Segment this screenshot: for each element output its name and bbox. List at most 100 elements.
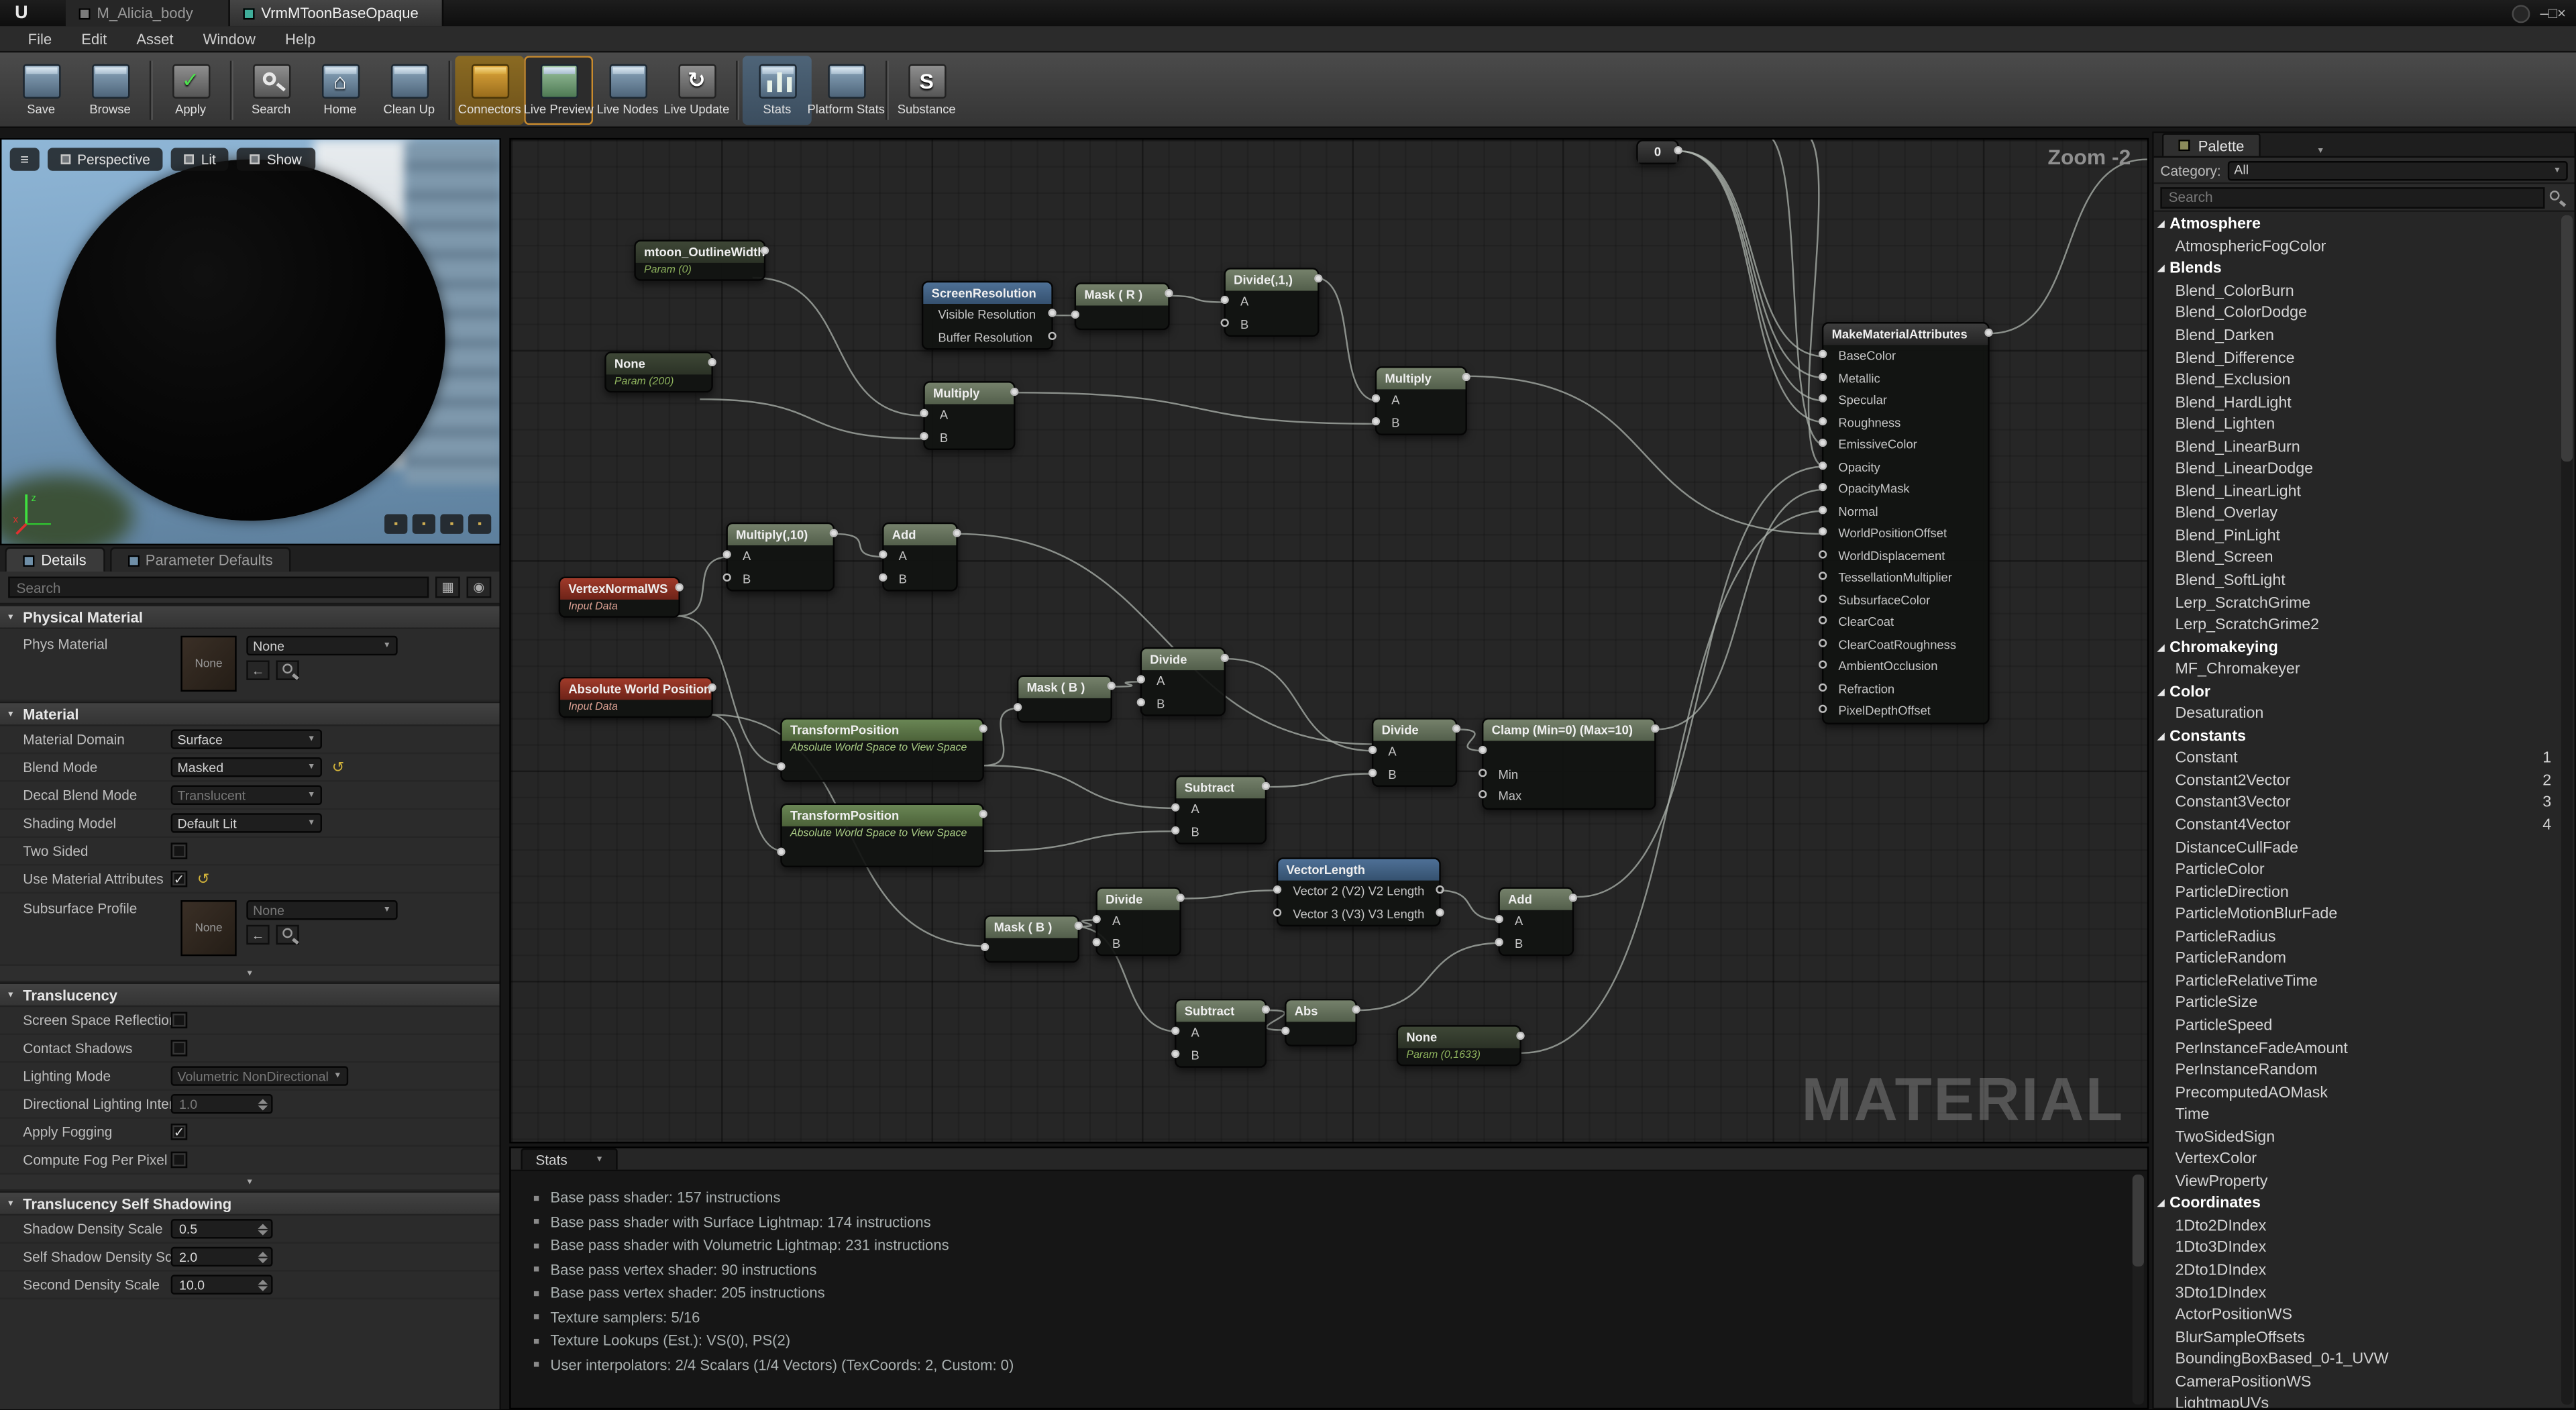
spinner-directional-lighting-inten[interactable]: 1.0: [171, 1094, 273, 1114]
minimize-button[interactable]: –: [2540, 5, 2548, 21]
toolbar-connectors[interactable]: Connectors: [455, 55, 524, 124]
input-pin[interactable]: [1819, 528, 1827, 536]
palette-category-color[interactable]: ◢Color: [2154, 681, 2561, 703]
palette-item-blend-colorburn[interactable]: Blend_ColorBurn: [2154, 280, 2561, 303]
tab-palette[interactable]: Palette: [2162, 133, 2261, 156]
palette-item-particleradius[interactable]: ParticleRadius: [2154, 926, 2561, 948]
output-pin[interactable]: [979, 724, 987, 733]
output-pin[interactable]: [1048, 331, 1056, 339]
palette-item-particledirection[interactable]: ParticleDirection: [2154, 881, 2561, 904]
input-pin[interactable]: [1819, 661, 1827, 669]
palette-item-perinstancefadeamount[interactable]: PerInstanceFadeAmount: [2154, 1037, 2561, 1059]
viewport-tool-button-1[interactable]: ▪: [384, 514, 407, 534]
checkbox-contact-shadows[interactable]: [171, 1040, 187, 1056]
graph-node-transformposition[interactable]: TransformPositionAbsolute World Space to…: [780, 718, 984, 781]
dropdown-phys-material[interactable]: None▼: [246, 636, 397, 655]
graph-node-makematerialattributes[interactable]: MakeMaterialAttributesBaseColorMetallicS…: [1822, 322, 1990, 724]
tab-options-chevron-icon[interactable]: ▼: [2316, 146, 2324, 156]
tab-parameter-defaults[interactable]: Parameter Defaults: [109, 547, 291, 572]
viewport-tool-button-3[interactable]: ▪: [440, 514, 463, 534]
viewport-tool-button-2[interactable]: ▪: [413, 514, 435, 534]
palette-item-constant4vector[interactable]: Constant4Vector4: [2154, 814, 2561, 836]
graph-node-subtract[interactable]: SubtractAB: [1175, 999, 1267, 1068]
output-pin[interactable]: [1314, 274, 1322, 282]
details-filter-grid-icon[interactable]: ▦: [435, 577, 460, 598]
graph-node-multiply[interactable]: MultiplyAB: [923, 381, 1015, 450]
toolbar-live-preview[interactable]: Live Preview: [524, 55, 593, 124]
toolbar-apply[interactable]: ✓Apply: [156, 55, 225, 124]
output-pin[interactable]: [708, 358, 716, 366]
palette-item-blend-overlay[interactable]: Blend_Overlay: [2154, 503, 2561, 525]
graph-node-absolute-world-position[interactable]: Absolute World PositionInput Data: [559, 677, 713, 718]
input-pin[interactable]: [1819, 417, 1827, 425]
palette-item-time[interactable]: Time: [2154, 1103, 2561, 1126]
graph-node-mtoon-outlinewidth[interactable]: mtoon_OutlineWidthParam (0): [634, 240, 765, 281]
palette-category-coordinates[interactable]: ◢Coordinates: [2154, 1193, 2561, 1215]
input-pin[interactable]: [1479, 746, 1487, 754]
spin-up-icon[interactable]: [258, 1279, 268, 1284]
input-pin[interactable]: [777, 763, 785, 771]
graph-node-none[interactable]: NoneParam (0,1633): [1397, 1025, 1521, 1066]
palette-category-constants[interactable]: ◢Constants: [2154, 725, 2561, 747]
menu-edit[interactable]: Edit: [66, 30, 121, 46]
dropdown-material-domain[interactable]: Surface▼: [171, 729, 322, 749]
input-pin[interactable]: [1281, 1027, 1289, 1035]
graph-node-mask-r[interactable]: Mask ( R ): [1075, 282, 1170, 329]
palette-item-precomputedaomask[interactable]: PrecomputedAOMask: [2154, 1081, 2561, 1103]
expand-advanced-button[interactable]: ▼: [0, 1175, 499, 1191]
reset-to-default-button[interactable]: ↺: [332, 758, 344, 776]
input-pin[interactable]: [1819, 683, 1827, 691]
output-pin[interactable]: [1165, 289, 1173, 297]
input-pin[interactable]: [1221, 318, 1229, 326]
output-pin[interactable]: [761, 246, 769, 254]
palette-item-2dto1dindex[interactable]: 2Dto1DIndex: [2154, 1260, 2561, 1282]
output-pin[interactable]: [1010, 388, 1018, 396]
viewport-tool-button-4[interactable]: ▪: [468, 514, 491, 534]
palette-category-blends[interactable]: ◢Blends: [2154, 258, 2561, 280]
menu-asset[interactable]: Asset: [121, 30, 188, 46]
input-pin[interactable]: [1372, 417, 1380, 425]
graph-node-none[interactable]: NoneParam (200): [604, 351, 713, 392]
graph-node-multiply-10[interactable]: Multiply(,10)AB: [726, 523, 835, 592]
details-visibility-icon[interactable]: ◉: [467, 577, 492, 598]
input-pin[interactable]: [1495, 916, 1503, 924]
palette-item-1dto3dindex[interactable]: 1Dto3DIndex: [2154, 1237, 2561, 1259]
palette-item-atmosphericfogcolor[interactable]: AtmosphericFogColor: [2154, 236, 2561, 258]
toolbar-platform-stats[interactable]: Platform Stats: [812, 55, 881, 124]
input-pin[interactable]: [1479, 791, 1487, 799]
input-pin[interactable]: [1819, 350, 1827, 358]
checkbox-screen-space-reflection[interactable]: [171, 1012, 187, 1028]
palette-item-blend-difference[interactable]: Blend_Difference: [2154, 347, 2561, 369]
output-pin[interactable]: [1221, 654, 1229, 662]
graph-node-mask-b[interactable]: Mask ( B ): [984, 915, 1079, 962]
input-pin[interactable]: [879, 551, 887, 559]
palette-item-blend-linearburn[interactable]: Blend_LinearBurn: [2154, 436, 2561, 458]
browse-asset-button[interactable]: [276, 660, 299, 680]
input-pin[interactable]: [1137, 675, 1145, 684]
output-pin[interactable]: [1108, 682, 1116, 690]
input-pin[interactable]: [1137, 698, 1145, 706]
graph-node-add[interactable]: AddAB: [882, 523, 958, 592]
details-search-input[interactable]: [8, 577, 429, 598]
output-pin[interactable]: [1452, 724, 1460, 733]
toolbar-live-update[interactable]: ↻Live Update: [662, 55, 731, 124]
palette-item-viewproperty[interactable]: ViewProperty: [2154, 1171, 2561, 1193]
dropdown-subsurface-profile[interactable]: None▼: [246, 900, 397, 920]
output-pin[interactable]: [1984, 329, 1992, 337]
viewport-mode-lit[interactable]: Lit: [172, 148, 229, 170]
material-graph[interactable]: Zoom -2 MATERIAL 0mtoon_OutlineWidthPara…: [509, 138, 2149, 1144]
palette-item-particlerandom[interactable]: ParticleRandom: [2154, 948, 2561, 970]
toolbar-search[interactable]: Search: [237, 55, 306, 124]
input-pin[interactable]: [1368, 746, 1377, 754]
graph-node-vectorlength[interactable]: VectorLengthVector 2 (V2) V2 LengthVecto…: [1277, 857, 1441, 926]
output-pin[interactable]: [1075, 922, 1083, 930]
preview-viewport[interactable]: ≡PerspectiveLitShow ▪▪▪▪ z x: [0, 138, 501, 545]
input-pin[interactable]: [1819, 639, 1827, 647]
asset-thumbnail[interactable]: None: [180, 636, 236, 692]
input-pin[interactable]: [1171, 804, 1179, 812]
palette-item-3dto1dindex[interactable]: 3Dto1DIndex: [2154, 1282, 2561, 1304]
palette-item-blend-colordodge[interactable]: Blend_ColorDodge: [2154, 303, 2561, 325]
dropdown-blend-mode[interactable]: Masked▼: [171, 757, 322, 777]
palette-item-twosidedsign[interactable]: TwoSidedSign: [2154, 1126, 2561, 1148]
input-pin[interactable]: [1819, 705, 1827, 713]
